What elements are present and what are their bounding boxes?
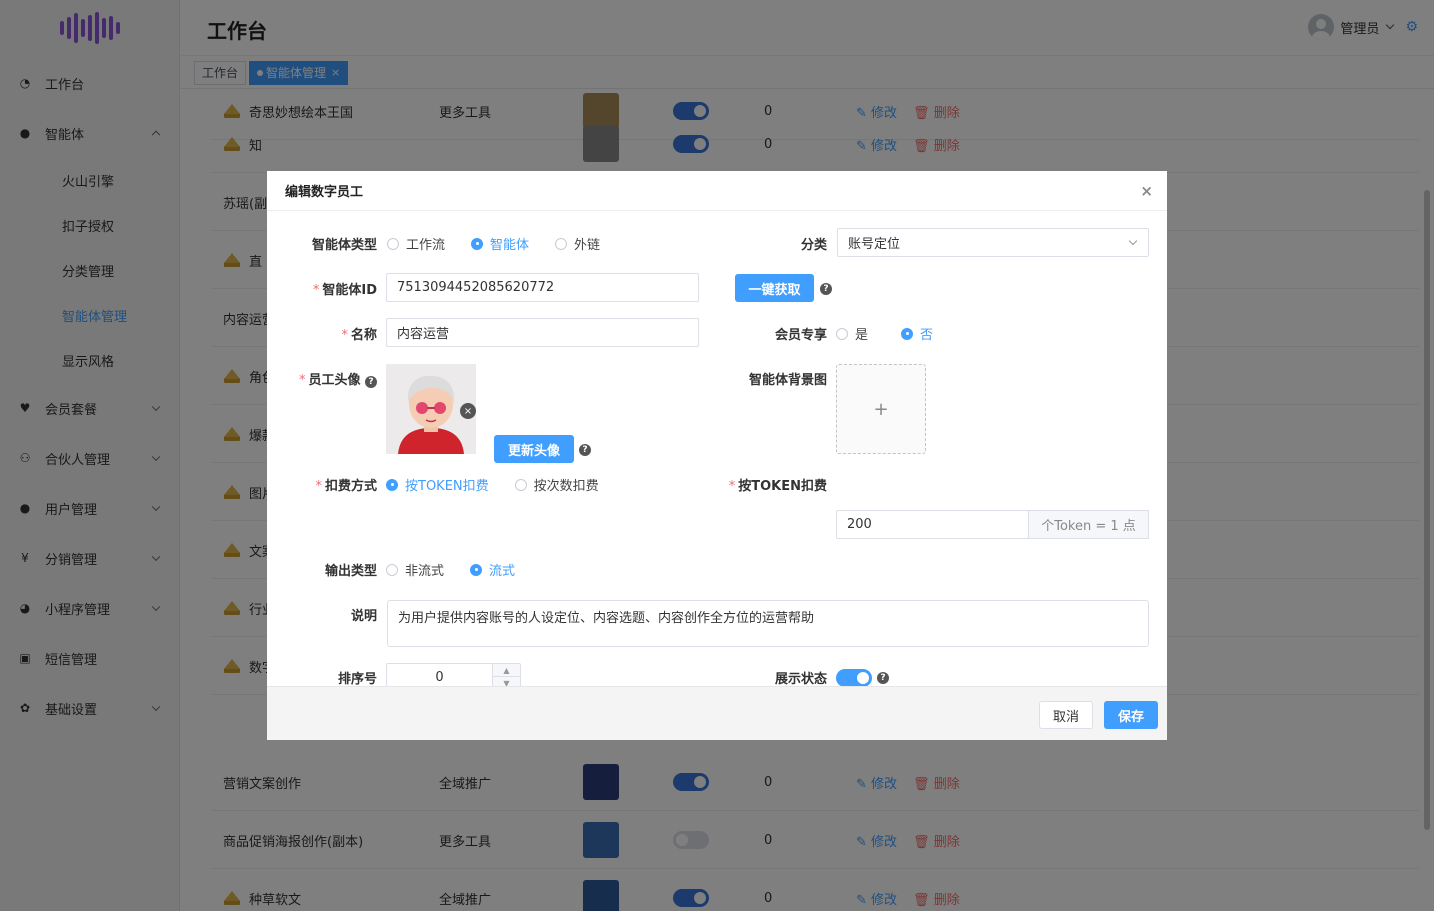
help-icon[interactable]: ?	[579, 444, 591, 456]
billing-radio-count[interactable]: 按次数扣费	[514, 475, 599, 494]
remove-avatar-icon[interactable]: ×	[460, 403, 476, 419]
category-select[interactable]: 账号定位	[837, 228, 1149, 257]
token-rate-input[interactable]: 200	[836, 510, 1029, 539]
member-only-radio-yes[interactable]: 是	[836, 324, 868, 343]
output-type-radio-group: 非流式 流式	[386, 560, 541, 579]
token-rate-unit: 个Token = 1 点	[1028, 510, 1149, 539]
dialog-footer: 取消 保存	[267, 686, 1167, 740]
background-upload[interactable]: +	[836, 364, 926, 454]
output-type-radio-stream[interactable]: 流式	[470, 560, 515, 579]
output-type-radio-non-stream[interactable]: 非流式	[386, 560, 444, 579]
chevron-down-icon	[1128, 236, 1138, 246]
description-textarea[interactable]: 为用户提供内容账号的人设定位、内容选题、内容创作全方位的运营帮助	[387, 600, 1149, 647]
help-icon[interactable]: ?	[365, 376, 377, 388]
cancel-button[interactable]: 取消	[1039, 701, 1093, 729]
increment-icon[interactable]: ▲	[493, 664, 520, 677]
output-type-label: 输出类型	[324, 564, 377, 579]
member-only-radio-no[interactable]: 否	[901, 324, 933, 343]
dialog-title: 编辑数字员工	[285, 185, 364, 200]
save-button[interactable]: 保存	[1104, 701, 1158, 729]
dialog-header: 编辑数字员工 ×	[267, 171, 1167, 211]
dialog-body: 智能体类型 工作流 智能体 外链 分类 账号定位 * 智能体ID 75130944…	[267, 211, 1167, 692]
agent-id-input[interactable]: 7513094452085620772	[386, 273, 699, 302]
agent-type-radio-agent[interactable]: 智能体	[471, 234, 529, 253]
category-value: 账号定位	[848, 237, 901, 252]
member-only-radio-group: 是 否	[836, 324, 959, 343]
display-status-label: 展示状态	[774, 672, 827, 687]
agent-type-radio-group: 工作流 智能体 外链	[387, 234, 626, 253]
plus-icon: +	[873, 398, 889, 420]
token-rate-label: * 按TOKEN扣费	[728, 479, 827, 494]
agent-type-radio-link[interactable]: 外链	[555, 234, 600, 253]
sort-label: 排序号	[337, 672, 377, 687]
agent-type-radio-workflow[interactable]: 工作流	[387, 234, 445, 253]
category-label: 分类	[800, 238, 827, 253]
billing-radio-group: 按TOKEN扣费 按次数扣费	[386, 475, 625, 494]
close-icon[interactable]: ×	[1140, 182, 1153, 200]
display-status-switch[interactable]	[836, 669, 872, 687]
description-label: 说明	[350, 609, 377, 624]
fetch-button[interactable]: 一键获取	[735, 274, 814, 302]
edit-agent-dialog: 编辑数字员工 × 智能体类型 工作流 智能体 外链 分类 账号定位 * 智能体ID…	[267, 171, 1167, 740]
help-icon[interactable]: ?	[820, 283, 832, 295]
agent-type-label: 智能体类型	[311, 238, 377, 253]
help-icon[interactable]: ?	[877, 672, 889, 684]
update-avatar-button[interactable]: 更新头像	[494, 435, 574, 463]
name-input[interactable]: 内容运营	[386, 318, 699, 347]
member-only-label: 会员专享	[774, 328, 827, 343]
background-image-label: 智能体背景图	[748, 373, 827, 388]
billing-radio-token[interactable]: 按TOKEN扣费	[386, 475, 489, 494]
agent-id-label: * 智能体ID	[312, 283, 377, 298]
avatar-label: * 员工头像 ?	[267, 369, 377, 388]
name-label: * 名称	[341, 328, 377, 343]
billing-label: * 扣费方式	[315, 479, 377, 494]
